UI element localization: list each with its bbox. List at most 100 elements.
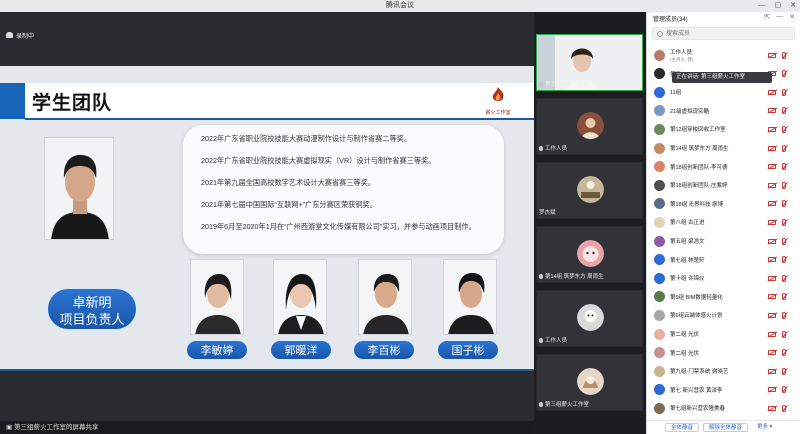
share-status-icon: ▣ bbox=[6, 424, 14, 431]
member-search-input[interactable] bbox=[666, 29, 786, 39]
recording-badge[interactable]: 录制中 bbox=[6, 29, 34, 41]
member-row[interactable]: 第八组 古正进 bbox=[647, 213, 800, 231]
camera-off-icon[interactable] bbox=[768, 201, 776, 207]
member-avatar bbox=[654, 49, 665, 61]
camera-off-icon[interactable] bbox=[768, 312, 776, 318]
mute-all-button[interactable]: 全体静音 bbox=[665, 423, 700, 432]
member-name: 工作人员 bbox=[670, 50, 693, 56]
member-name: 第5组 BIM数据轻量化 bbox=[670, 294, 723, 301]
camera-off-icon[interactable] bbox=[768, 52, 776, 58]
mic-muted-icon[interactable] bbox=[782, 367, 786, 375]
mic-muted-icon[interactable] bbox=[782, 256, 786, 264]
member-row[interactable]: 第14组 筑梦东方 周雨生 bbox=[647, 139, 800, 157]
member-row[interactable]: 第九组-门禁系统 谢晓艺 bbox=[647, 362, 800, 380]
member-row[interactable]: 第18组创新团队-庄紫婷 bbox=[647, 176, 800, 194]
camera-off-icon[interactable] bbox=[768, 164, 776, 170]
maximize-icon[interactable]: ▢ bbox=[775, 0, 782, 12]
mic-muted-icon[interactable] bbox=[782, 293, 786, 301]
mic-muted-icon[interactable] bbox=[782, 330, 786, 338]
camera-off-icon[interactable] bbox=[768, 219, 776, 225]
mic-muted-icon[interactable] bbox=[782, 218, 786, 226]
camera-off-icon[interactable] bbox=[768, 387, 776, 393]
mic-muted-icon[interactable] bbox=[782, 163, 786, 171]
video-tile[interactable]: 罗杰斌 bbox=[536, 162, 643, 219]
video-tile[interactable]: 第三组薪火工作室 bbox=[536, 34, 643, 91]
mic-muted-icon[interactable] bbox=[782, 144, 786, 152]
video-tile[interactable]: 第三组薪火工作室 bbox=[536, 354, 643, 411]
member-row[interactable]: 第18组创新团队-李可德 bbox=[647, 158, 800, 176]
mic-muted-icon[interactable] bbox=[782, 181, 786, 189]
member-row[interactable]: 第七 新兴营农 黄泽李 bbox=[647, 381, 800, 399]
member-row[interactable]: 工作人员 (主持人, 我) bbox=[647, 46, 800, 64]
awards-list: 2022年广东省职业院校技能大赛动漫制作设计与制作省赛二等奖。 2022年广东省… bbox=[183, 125, 504, 254]
mic-muted-icon[interactable] bbox=[782, 51, 786, 59]
mic-muted-icon[interactable] bbox=[782, 125, 786, 133]
camera-off-icon[interactable] bbox=[768, 89, 776, 95]
mic-muted-icon[interactable] bbox=[782, 107, 786, 115]
camera-off-icon[interactable] bbox=[768, 238, 776, 244]
camera-off-icon[interactable] bbox=[768, 331, 776, 337]
award-item: 2019年6月至2020年1月在“广州西游堂文化传媒有限公司”实习，并参与动画项… bbox=[201, 222, 476, 231]
camera-off-icon[interactable] bbox=[768, 350, 776, 356]
camera-off-icon[interactable] bbox=[768, 275, 776, 281]
participant-avatar bbox=[577, 112, 604, 139]
mic-muted-icon[interactable] bbox=[782, 237, 786, 245]
mic-muted-icon[interactable] bbox=[782, 349, 786, 357]
award-item: 2021年第九届全国高校数字艺术设计大赛省赛三等奖。 bbox=[201, 178, 376, 187]
member-row[interactable]: 21级虚拟现实酷 bbox=[647, 102, 800, 120]
cloud-record-icon bbox=[6, 32, 13, 38]
member-search[interactable] bbox=[652, 27, 795, 40]
member-row[interactable]: 第6组云端体感火计划 bbox=[647, 306, 800, 324]
mic-icon bbox=[539, 145, 543, 151]
camera-off-icon[interactable] bbox=[768, 405, 776, 411]
mic-muted-icon[interactable] bbox=[782, 70, 786, 78]
member-avatar bbox=[654, 86, 665, 98]
presentation-slide: 学生团队 薪火工作室 卓新明 项目负责人 2022年广东省职业院校技能大赛动漫制… bbox=[0, 66, 534, 371]
mic-muted-icon[interactable] bbox=[782, 386, 786, 394]
pin-icon[interactable]: ⇱ bbox=[764, 13, 770, 21]
camera-off-icon[interactable] bbox=[768, 108, 776, 114]
camera-off-icon[interactable] bbox=[768, 257, 776, 263]
member-name: 第14组 筑梦东方 周雨生 bbox=[670, 146, 729, 152]
mic-icon bbox=[539, 273, 543, 279]
video-tile[interactable]: 工作人员 bbox=[536, 290, 643, 347]
camera-off-icon[interactable] bbox=[768, 126, 776, 132]
member-row[interactable]: 第18组 无界科技 廖博 bbox=[647, 195, 800, 213]
member-row[interactable]: 11组 bbox=[647, 83, 800, 101]
member-row[interactable]: 第二组 光伏 bbox=[647, 344, 800, 362]
camera-off-icon[interactable] bbox=[768, 145, 776, 151]
screen-share-status[interactable]: ▣ 第三组薪火工作室的屏幕共享 bbox=[0, 421, 534, 434]
mic-muted-icon[interactable] bbox=[782, 311, 786, 319]
member-row[interactable]: 第七组新兴营农隆美春 bbox=[647, 399, 800, 417]
camera-off-icon[interactable] bbox=[768, 294, 776, 300]
mic-icon bbox=[539, 401, 543, 407]
member-row[interactable]: 第七组 林楚轩 bbox=[647, 251, 800, 269]
mic-muted-icon[interactable] bbox=[782, 200, 786, 208]
camera-off-icon[interactable] bbox=[768, 368, 776, 374]
video-tile[interactable]: 第14组 筑梦东方 周雨生 bbox=[536, 226, 643, 283]
member-name-badge: 郭暖洋 bbox=[270, 340, 332, 360]
member-row[interactable]: 第十组 许锦仪 bbox=[647, 269, 800, 287]
more-button[interactable]: 更多 ▾ bbox=[752, 423, 778, 432]
camera-off-icon[interactable] bbox=[768, 182, 776, 188]
mic-muted-icon[interactable] bbox=[782, 274, 786, 282]
member-name: 第七 新兴营农 黄泽李 bbox=[670, 387, 723, 394]
close-icon[interactable]: ✕ bbox=[789, 13, 795, 21]
member-row[interactable]: 第5组 BIM数据轻量化 bbox=[647, 288, 800, 306]
member-name: 第十组 许锦仪 bbox=[670, 276, 705, 283]
member-row[interactable]: 第二组 光伏 bbox=[647, 325, 800, 343]
meeting-app: 腾讯会议 — ▢ ✕ 录制中 学生团队 薪火工作室 卓新明 项目负责人 2022… bbox=[0, 0, 800, 434]
member-row[interactable]: 第五组 梁浩文 bbox=[647, 232, 800, 250]
close-icon[interactable]: ✕ bbox=[790, 0, 796, 12]
minimize-icon[interactable]: — bbox=[776, 13, 783, 21]
unmute-all-button[interactable]: 解除全体静音 bbox=[703, 423, 749, 432]
member-row[interactable]: 第12组穿梭回收工作室 bbox=[647, 120, 800, 138]
mic-muted-icon[interactable] bbox=[782, 88, 786, 96]
video-tile[interactable]: 工作人员 bbox=[536, 98, 643, 155]
mic-muted-icon[interactable] bbox=[782, 404, 786, 412]
leader-role: 项目负责人 bbox=[59, 312, 125, 327]
minimize-icon[interactable]: — bbox=[759, 0, 766, 12]
mic-icon bbox=[539, 337, 543, 343]
member-photo bbox=[443, 259, 497, 335]
video-tile-label: 第三组薪火工作室 bbox=[539, 400, 589, 408]
